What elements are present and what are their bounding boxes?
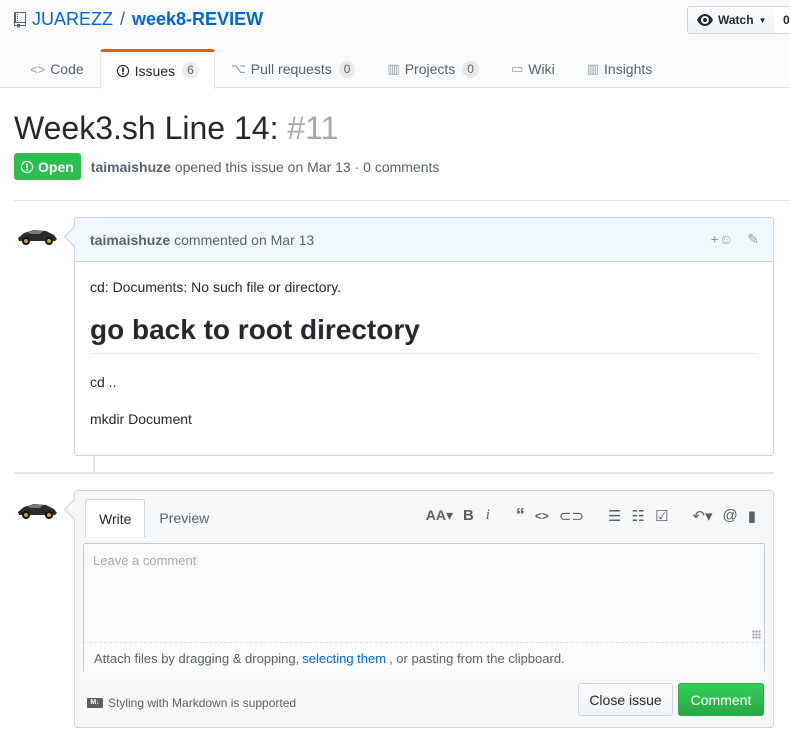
mention-icon[interactable]: @ (718, 507, 743, 525)
tab-issues-label: Issues (134, 62, 176, 79)
status-label: Open (38, 158, 74, 175)
add-reaction-icon[interactable]: +☺ (711, 231, 733, 248)
issues-counter: 6 (182, 62, 199, 79)
git-pull-request-icon: ⌥ (230, 61, 246, 76)
text-size-icon[interactable]: AA▾ (421, 507, 458, 524)
comment-header: taimaishuze commented on Mar 13 +☺ ✎ (75, 218, 773, 262)
bold-icon[interactable]: B (458, 507, 479, 524)
task-list-icon[interactable]: ☑ (650, 507, 673, 525)
project-icon: ▥ (387, 61, 400, 76)
issue-title: Week3.sh Line 14: #11 (14, 110, 338, 147)
quote-icon[interactable]: “ (511, 505, 530, 526)
bookmark-icon[interactable]: ▮ (743, 507, 761, 525)
repo-title: JUAREZZ / week8-REVIEW (14, 9, 263, 30)
issue-comment: taimaishuze commented on Mar 13 +☺ ✎ cd:… (74, 217, 774, 456)
close-issue-button[interactable]: Close issue (578, 683, 673, 716)
select-files-link[interactable]: selecting them (302, 651, 386, 666)
comment-author-link[interactable]: taimaishuze (90, 232, 170, 248)
issue-author-link[interactable]: taimaishuze (91, 159, 171, 175)
comment-line: mkdir Document (90, 411, 192, 427)
repo-icon (14, 11, 26, 28)
tab-write[interactable]: Write (85, 499, 146, 537)
issue-title-text: Week3.sh Line 14: (14, 110, 279, 146)
comment-actions: +☺ ✎ (711, 231, 759, 248)
chevron-down-icon: ▼ (758, 15, 767, 25)
issue-meta: taimaishuze opened this issue on Mar 13 … (91, 159, 440, 175)
italic-icon[interactable]: i (479, 507, 497, 524)
new-comment-form: Write Preview AA▾ B i “ <> ⊂⊃ ☰ ☷ ☑ ↶▾ @… (74, 490, 774, 728)
tab-preview[interactable]: Preview (145, 499, 223, 536)
repo-nav: <> Code Issues 6 ⌥ Pull requests 0 ▥ Pro… (14, 49, 669, 89)
tab-wiki-label: Wiki (528, 61, 555, 77)
attach-suffix: , or pasting from the clipboard. (389, 650, 565, 666)
tab-issues[interactable]: Issues 6 (99, 49, 215, 89)
reply-icon[interactable]: ↶▾ (687, 507, 717, 525)
watch-button[interactable]: Watch ▼ (687, 6, 775, 34)
code-icon: <> (30, 61, 46, 77)
write-area: Attach files by dragging & dropping, sel… (83, 543, 765, 673)
repo-owner-link[interactable]: JUAREZZ (32, 9, 113, 30)
comment-line: cd: Documents: No such file or directory… (90, 279, 342, 295)
tab-code[interactable]: <> Code (14, 49, 100, 88)
attach-files-bar[interactable]: Attach files by dragging & dropping, sel… (84, 642, 764, 673)
comment-body: cd: Documents: No such file or directory… (75, 262, 773, 461)
eye-icon (697, 14, 713, 26)
issue-opened-icon (20, 160, 34, 173)
issue-state-row: Open taimaishuze opened this issue on Ma… (14, 153, 439, 180)
graph-icon: ▥ (586, 61, 600, 76)
watch-count[interactable]: 0 (774, 6, 790, 34)
comment-button[interactable]: Comment (678, 683, 764, 716)
status-badge: Open (14, 153, 81, 180)
tab-wiki[interactable]: ▭ Wiki (495, 49, 571, 88)
tab-insights[interactable]: ▥ Insights (571, 49, 669, 88)
resize-grip-icon[interactable] (752, 630, 761, 639)
unordered-list-icon[interactable]: ☰ (603, 507, 626, 525)
repo-header: JUAREZZ / week8-REVIEW Watch ▼ 0 <> Code… (0, 0, 790, 89)
tab-code-label: Code (50, 61, 84, 77)
tab-insights-label: Insights (604, 61, 653, 77)
comment-line: cd .. (90, 374, 117, 390)
markdown-icon: M↓ (87, 698, 103, 708)
avatar[interactable] (16, 498, 58, 520)
repo-name-link[interactable]: week8-REVIEW (132, 9, 263, 30)
comment-meta: commented on Mar 13 (174, 231, 315, 248)
tab-pull-requests-label: Pull requests (250, 61, 332, 77)
comment-tabs: Write Preview (85, 499, 223, 537)
repo-separator: / (120, 9, 126, 29)
pencil-icon[interactable]: ✎ (747, 231, 759, 248)
link-icon[interactable]: ⊂⊃ (554, 505, 589, 526)
markdown-toolbar: AA▾ B i “ <> ⊂⊃ ☰ ☷ ☑ ↶▾ @ ▮ (421, 505, 761, 526)
issue-meta-text: opened this issue on Mar 13 · 0 comments (174, 158, 440, 175)
projects-counter: 0 (462, 60, 479, 78)
book-icon: ▭ (510, 61, 524, 76)
tab-projects-label: Projects (404, 61, 456, 77)
comment-heading: go back to root directory (90, 314, 758, 354)
ordered-list-icon[interactable]: ☷ (626, 507, 649, 525)
divider (14, 200, 790, 201)
timeline-line (93, 456, 95, 472)
markdown-hint[interactable]: M↓ Styling with Markdown is supported (87, 696, 296, 710)
markdown-hint-text: Styling with Markdown is supported (108, 696, 297, 710)
avatar[interactable] (16, 224, 58, 246)
watch-label: Watch (718, 13, 754, 27)
issue-opened-icon (116, 64, 129, 77)
code-icon[interactable]: <> (530, 505, 554, 526)
attach-prefix: Attach files by dragging & dropping, (94, 650, 300, 666)
tab-pull-requests[interactable]: ⌥ Pull requests 0 (215, 49, 372, 88)
comment-textarea[interactable] (84, 544, 764, 644)
issue-number: #11 (287, 110, 339, 146)
divider (14, 472, 774, 474)
pull-requests-counter: 0 (338, 60, 356, 78)
tab-projects[interactable]: ▥ Projects 0 (371, 49, 495, 88)
